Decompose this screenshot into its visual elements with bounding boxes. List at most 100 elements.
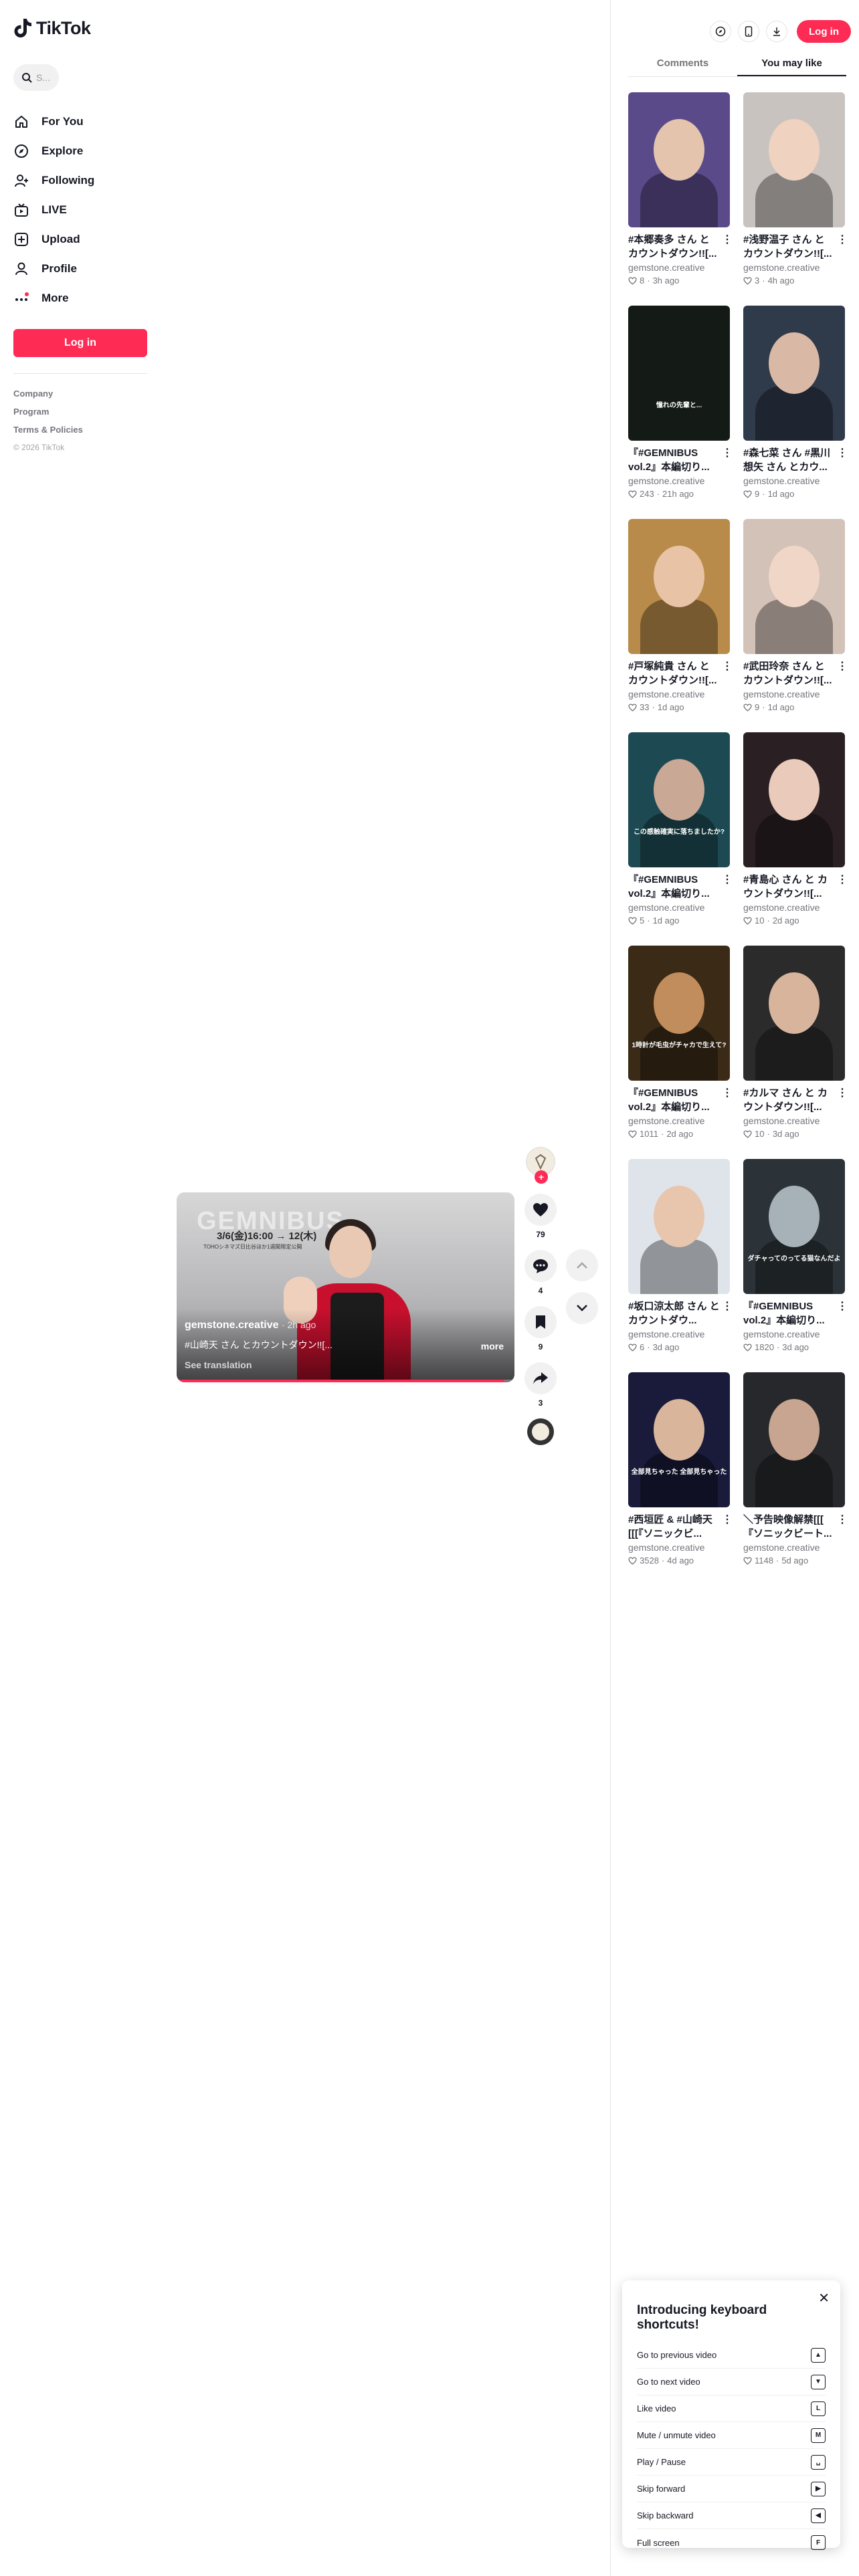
card-author[interactable]: gemstone.creative: [743, 1329, 845, 1341]
video-thumbnail[interactable]: [628, 519, 730, 654]
sidebar-item-for-you[interactable]: For You: [13, 107, 147, 136]
tab-you-may-like[interactable]: You may like: [737, 53, 846, 76]
recommendation-card[interactable]: ⋮ ＼予告映像解禁[[[ 『ソニックビート... gemstone.creati…: [743, 1372, 848, 1586]
more-options-icon[interactable]: ⋮: [722, 659, 733, 673]
video-thumbnail[interactable]: [743, 306, 845, 441]
recommendation-card[interactable]: 憧れの先輩と... ⋮ 『#GEMNIBUS vol.2』本編切り... gem…: [628, 306, 733, 519]
music-disc[interactable]: [527, 1418, 554, 1445]
card-title[interactable]: #青島心 さん と カウントダウン!![...: [743, 873, 845, 901]
recommendation-card[interactable]: ⋮ #武田玲奈 さん と カウントダウン!![... gemstone.crea…: [743, 519, 848, 732]
video-thumbnail[interactable]: [743, 519, 845, 654]
coins-button[interactable]: [710, 21, 731, 42]
more-options-icon[interactable]: ⋮: [722, 233, 733, 246]
sidebar-item-explore[interactable]: Explore: [13, 136, 147, 166]
more-options-icon[interactable]: ⋮: [722, 873, 733, 886]
card-title[interactable]: #浅野温子 さん と カウントダウン!![...: [743, 233, 845, 261]
card-title[interactable]: #坂口涼太郎 さん と カウントダウ...: [628, 1299, 730, 1327]
video-author-name[interactable]: gemstone.creative: [185, 1319, 279, 1331]
card-title[interactable]: 『#GEMNIBUS vol.2』本編切り...: [743, 1299, 845, 1327]
recommendation-card[interactable]: ⋮ #浅野温子 さん と カウントダウン!![... gemstone.crea…: [743, 92, 848, 306]
video-thumbnail[interactable]: [628, 1159, 730, 1294]
card-author[interactable]: gemstone.creative: [743, 1542, 845, 1555]
previous-video-button[interactable]: [566, 1249, 598, 1281]
video-player[interactable]: GEMNIBUS 3/6(金)16:00 → 12(木) TOHOシネマズ日比谷…: [177, 1192, 514, 1382]
more-options-icon[interactable]: ⋮: [837, 659, 848, 673]
more-options-icon[interactable]: ⋮: [722, 1086, 733, 1099]
recommendation-card[interactable]: この感触確実に落ちましたか? ⋮ 『#GEMNIBUS vol.2』本編切り..…: [628, 732, 733, 946]
follow-plus-button[interactable]: +: [535, 1170, 548, 1184]
card-title[interactable]: #西垣匠 & #山崎天 [[[『ソニックビ...: [628, 1513, 730, 1541]
more-options-icon[interactable]: ⋮: [837, 446, 848, 459]
comment-button[interactable]: [524, 1250, 557, 1282]
more-options-icon[interactable]: ⋮: [722, 446, 733, 459]
footer-link-company[interactable]: Company: [13, 389, 147, 407]
recommendation-card[interactable]: ⋮ #森七菜 さん #黒川想矢 さん とカウ... gemstone.creat…: [743, 306, 848, 519]
card-author[interactable]: gemstone.creative: [628, 1329, 730, 1341]
more-options-icon[interactable]: ⋮: [837, 873, 848, 886]
save-button[interactable]: [524, 1306, 557, 1338]
like-button[interactable]: [524, 1194, 557, 1226]
more-options-icon[interactable]: ⋮: [837, 1299, 848, 1313]
recommendation-card[interactable]: 全部見ちゃった 全部見ちゃった ⋮ #西垣匠 & #山崎天 [[[『ソニックビ.…: [628, 1372, 733, 1586]
video-thumbnail[interactable]: 憧れの先輩と...: [628, 306, 730, 441]
sidebar-item-profile[interactable]: Profile: [13, 254, 147, 284]
sidebar-item-more[interactable]: More: [13, 284, 147, 313]
card-title[interactable]: ＼予告映像解禁[[[ 『ソニックビート...: [743, 1513, 845, 1541]
download-button[interactable]: [766, 21, 787, 42]
recommendation-card[interactable]: ダチャってのってる猫なんだよ ⋮ 『#GEMNIBUS vol.2』本編切り..…: [743, 1159, 848, 1372]
card-author[interactable]: gemstone.creative: [743, 1115, 845, 1128]
card-title[interactable]: #カルマ さん と カウントダウン!![...: [743, 1086, 845, 1114]
sidebar-login-button[interactable]: Log in: [13, 329, 147, 357]
video-thumbnail[interactable]: [743, 946, 845, 1081]
more-options-icon[interactable]: ⋮: [837, 233, 848, 246]
video-progress-bar[interactable]: [177, 1380, 514, 1382]
card-author[interactable]: gemstone.creative: [743, 902, 845, 915]
recommendation-card[interactable]: 1時計が毛虫がチャカで生えて? ⋮ 『#GEMNIBUS vol.2』本編切り.…: [628, 946, 733, 1159]
footer-link-program[interactable]: Program: [13, 407, 147, 425]
video-thumbnail[interactable]: [743, 732, 845, 867]
card-author[interactable]: gemstone.creative: [628, 689, 730, 702]
video-more-link[interactable]: more: [481, 1341, 504, 1352]
footer-link-terms[interactable]: Terms & Policies: [13, 425, 147, 443]
close-icon[interactable]: ✕: [818, 2290, 830, 2306]
card-title[interactable]: #本郷奏多 さん と カウントダウン!![...: [628, 233, 730, 261]
tiktok-logo[interactable]: TikTok: [13, 15, 147, 41]
card-author[interactable]: gemstone.creative: [628, 262, 730, 275]
card-author[interactable]: gemstone.creative: [628, 1542, 730, 1555]
share-button[interactable]: [524, 1362, 557, 1394]
video-thumbnail[interactable]: [628, 92, 730, 227]
more-options-icon[interactable]: ⋮: [837, 1086, 848, 1099]
see-translation-link[interactable]: See translation: [185, 1360, 252, 1370]
sidebar-item-upload[interactable]: Upload: [13, 225, 147, 254]
card-author[interactable]: gemstone.creative: [628, 902, 730, 915]
recommendation-card[interactable]: ⋮ #青島心 さん と カウントダウン!![... gemstone.creat…: [743, 732, 848, 946]
recommendation-card[interactable]: ⋮ #坂口涼太郎 さん と カウントダウ... gemstone.creativ…: [628, 1159, 733, 1372]
card-author[interactable]: gemstone.creative: [628, 475, 730, 488]
card-author[interactable]: gemstone.creative: [743, 262, 845, 275]
card-author[interactable]: gemstone.creative: [743, 689, 845, 702]
tab-comments[interactable]: Comments: [628, 53, 737, 76]
video-author[interactable]: gemstone.creative · 2h ago: [185, 1319, 316, 1331]
more-options-icon[interactable]: ⋮: [837, 1513, 848, 1526]
card-title[interactable]: 『#GEMNIBUS vol.2』本編切り...: [628, 446, 730, 474]
card-author[interactable]: gemstone.creative: [628, 1115, 730, 1128]
recommendation-card[interactable]: ⋮ #カルマ さん と カウントダウン!![... gemstone.creat…: [743, 946, 848, 1159]
card-title[interactable]: 『#GEMNIBUS vol.2』本編切り...: [628, 1086, 730, 1114]
card-title[interactable]: 『#GEMNIBUS vol.2』本編切り...: [628, 873, 730, 901]
sidebar-item-live[interactable]: LIVE: [13, 195, 147, 225]
card-title[interactable]: #戸塚純貴 さん と カウントダウン!![...: [628, 659, 730, 687]
sidebar-item-following[interactable]: Following: [13, 166, 147, 195]
video-thumbnail[interactable]: [743, 1372, 845, 1507]
more-options-icon[interactable]: ⋮: [722, 1513, 733, 1526]
video-thumbnail[interactable]: 1時計が毛虫がチャカで生えて?: [628, 946, 730, 1081]
video-thumbnail[interactable]: [743, 92, 845, 227]
card-title[interactable]: #武田玲奈 さん と カウントダウン!![...: [743, 659, 845, 687]
video-thumbnail[interactable]: 全部見ちゃった 全部見ちゃった: [628, 1372, 730, 1507]
get-app-button[interactable]: [738, 21, 759, 42]
card-title[interactable]: #森七菜 さん #黒川想矢 さん とカウ...: [743, 446, 845, 474]
card-author[interactable]: gemstone.creative: [743, 475, 845, 488]
recommendation-card[interactable]: ⋮ #本郷奏多 さん と カウントダウン!![... gemstone.crea…: [628, 92, 733, 306]
video-thumbnail[interactable]: ダチャってのってる猫なんだよ: [743, 1159, 845, 1294]
next-video-button[interactable]: [566, 1292, 598, 1324]
search-box[interactable]: S...: [13, 64, 59, 91]
